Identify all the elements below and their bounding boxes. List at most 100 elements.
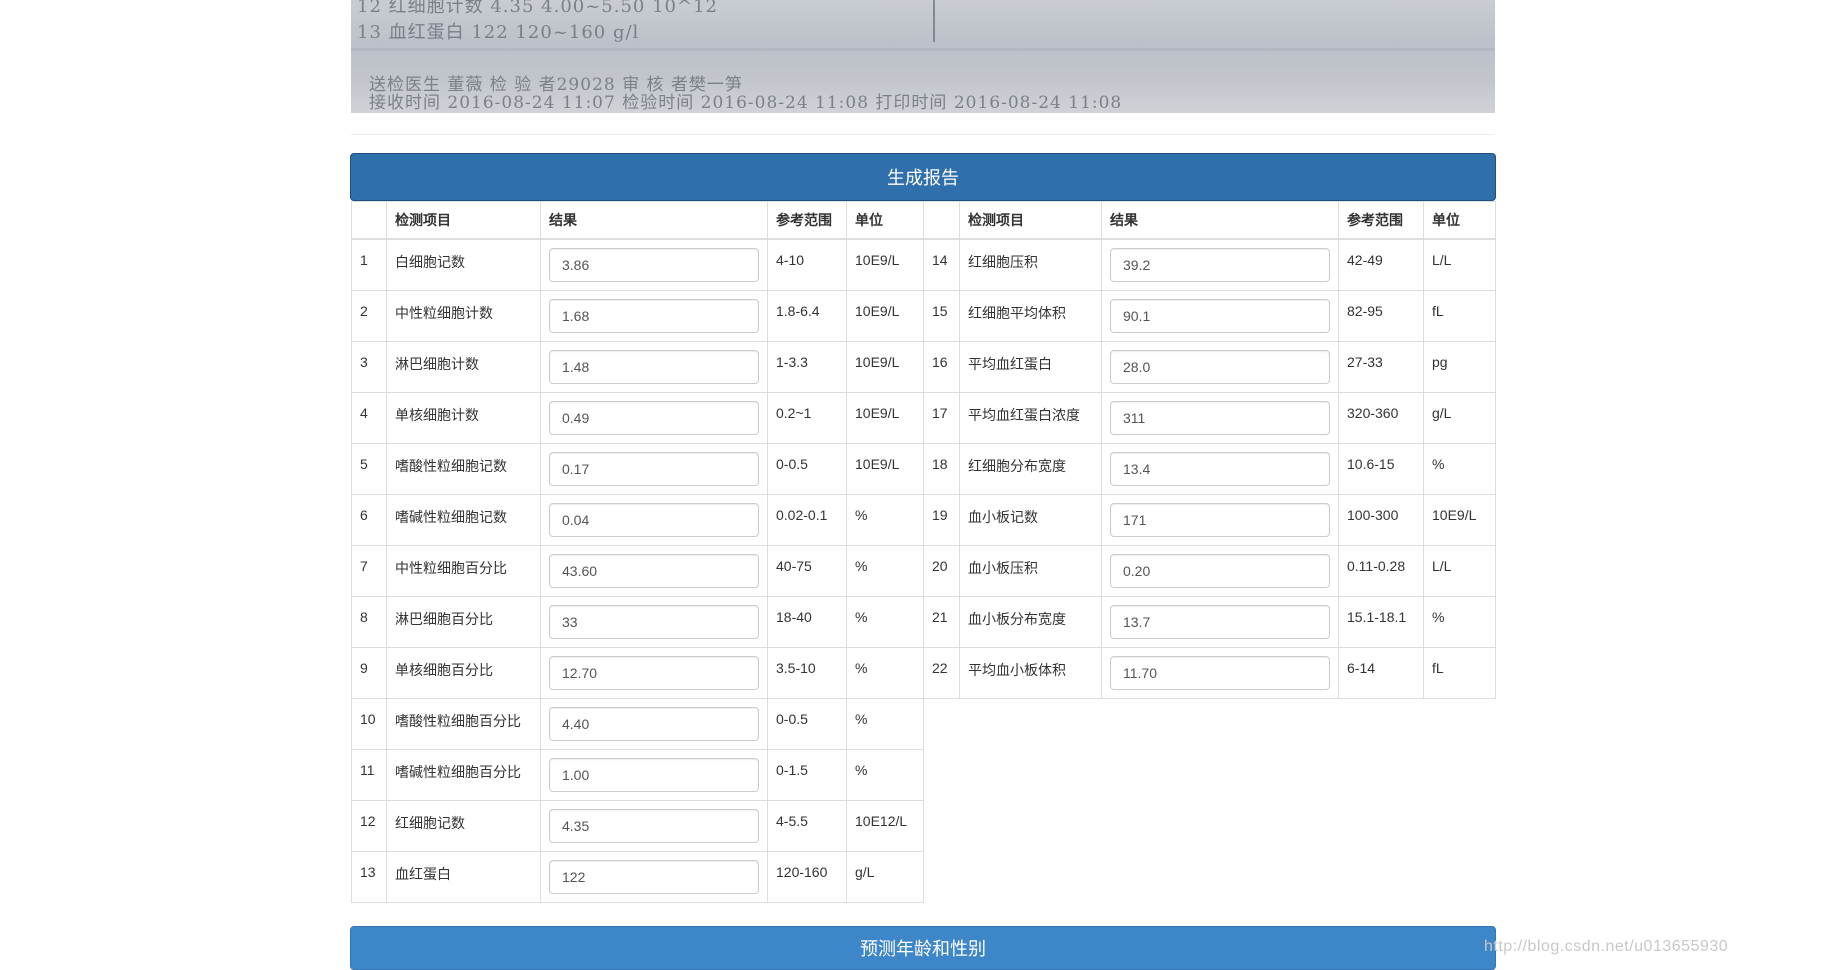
- row-unit: %: [846, 544, 924, 597]
- row-index: 19: [923, 493, 960, 546]
- row-reference-range: 27-33: [1338, 340, 1424, 393]
- row-reference-range: 3.5-10: [767, 646, 847, 699]
- result-input[interactable]: [549, 706, 759, 741]
- row-item-name: 红细胞压积: [959, 238, 1102, 291]
- row-unit: g/L: [846, 850, 924, 903]
- result-input[interactable]: [1110, 400, 1330, 435]
- row-index: 14: [923, 238, 960, 291]
- row-result-cell: [1101, 289, 1339, 342]
- result-input[interactable]: [1110, 248, 1330, 282]
- result-input[interactable]: [1110, 451, 1330, 486]
- header-result: 结果: [1101, 201, 1339, 240]
- scan-fold-band: [351, 48, 1495, 51]
- table-row: 20血小板压积 0.11-0.28L/L: [923, 544, 1496, 597]
- row-index: 1: [351, 238, 387, 291]
- result-input[interactable]: [1110, 604, 1330, 639]
- header-index: [923, 201, 960, 240]
- row-item-name: 嗜碱性粒细胞记数: [386, 493, 541, 546]
- row-unit: %: [846, 748, 924, 801]
- row-index: 7: [351, 544, 387, 597]
- row-item-name: 血小板记数: [959, 493, 1102, 546]
- result-input[interactable]: [1110, 349, 1330, 384]
- row-reference-range: 82-95: [1338, 289, 1424, 342]
- scan-text-line: 12 红细胞计数 4.35 4.00~5.50 10^12: [357, 0, 718, 17]
- row-result-cell: [540, 697, 768, 750]
- result-input[interactable]: [1110, 553, 1330, 588]
- row-reference-range: 0-0.5: [767, 697, 847, 750]
- row-reference-range: 120-160: [767, 850, 847, 903]
- row-unit: 10E12/L: [846, 799, 924, 852]
- row-reference-range: 100-300: [1338, 493, 1424, 546]
- result-input[interactable]: [549, 248, 759, 282]
- header-range: 参考范围: [1338, 201, 1424, 240]
- row-reference-range: 10.6-15: [1338, 442, 1424, 495]
- row-result-cell: [540, 544, 768, 597]
- row-reference-range: 6-14: [1338, 646, 1424, 699]
- result-input[interactable]: [549, 808, 759, 843]
- table-row: 19血小板记数 100-30010E9/L: [923, 493, 1496, 546]
- table-header-row: 检测项目 结果 参考范围 单位: [923, 201, 1496, 240]
- row-unit: %: [1423, 442, 1496, 495]
- table-row: 12红细胞记数 4-5.510E12/L: [351, 799, 924, 852]
- row-result-cell: [540, 442, 768, 495]
- scan-text-line: 13 血红蛋白 122 120~160 g/l: [357, 22, 640, 43]
- row-item-name: 血小板分布宽度: [959, 595, 1102, 648]
- table-row: 22平均血小板体积 6-14fL: [923, 646, 1496, 699]
- result-input[interactable]: [549, 553, 759, 588]
- header-index: [351, 201, 387, 240]
- table-row: 17平均血红蛋白浓度 320-360g/L: [923, 391, 1496, 444]
- row-unit: fL: [1423, 646, 1496, 699]
- row-unit: 10E9/L: [846, 340, 924, 393]
- row-result-cell: [1101, 544, 1339, 597]
- row-result-cell: [540, 238, 768, 291]
- table-row: 9单核细胞百分比 3.5-10%: [351, 646, 924, 699]
- row-result-cell: [1101, 238, 1339, 291]
- row-index: 15: [923, 289, 960, 342]
- result-input[interactable]: [1110, 655, 1330, 690]
- row-item-name: 嗜碱性粒细胞百分比: [386, 748, 541, 801]
- result-input[interactable]: [549, 502, 759, 537]
- row-reference-range: 18-40: [767, 595, 847, 648]
- result-input[interactable]: [1110, 502, 1330, 537]
- predict-age-gender-button[interactable]: 预测年龄和性别: [350, 926, 1496, 970]
- row-index: 2: [351, 289, 387, 342]
- result-input[interactable]: [549, 604, 759, 639]
- row-result-cell: [540, 493, 768, 546]
- row-reference-range: 0-1.5: [767, 748, 847, 801]
- result-input[interactable]: [549, 349, 759, 384]
- row-result-cell: [1101, 442, 1339, 495]
- row-item-name: 嗜酸性粒细胞百分比: [386, 697, 541, 750]
- row-index: 22: [923, 646, 960, 699]
- row-index: 12: [351, 799, 387, 852]
- result-input[interactable]: [549, 298, 759, 333]
- result-input[interactable]: [549, 400, 759, 435]
- row-index: 5: [351, 442, 387, 495]
- row-reference-range: 320-360: [1338, 391, 1424, 444]
- scan-table-line: [933, 0, 935, 42]
- row-item-name: 平均血红蛋白: [959, 340, 1102, 393]
- result-input[interactable]: [549, 757, 759, 792]
- result-input[interactable]: [1110, 298, 1330, 333]
- report-panel: 生成报告 检测项目 结果 参考范围 单位 1白细胞记数4-1010E9/L2中性…: [350, 153, 1496, 905]
- row-item-name: 淋巴细胞计数: [386, 340, 541, 393]
- table-row: 2中性粒细胞计数 1.8-6.410E9/L: [351, 289, 924, 342]
- result-input[interactable]: [549, 859, 759, 894]
- result-input[interactable]: [549, 451, 759, 486]
- row-unit: %: [846, 646, 924, 699]
- row-reference-range: 0.02-0.1: [767, 493, 847, 546]
- row-item-name: 平均血红蛋白浓度: [959, 391, 1102, 444]
- row-index: 20: [923, 544, 960, 597]
- row-index: 16: [923, 340, 960, 393]
- row-result-cell: [540, 850, 768, 903]
- row-result-cell: [540, 595, 768, 648]
- row-unit: 10E9/L: [846, 238, 924, 291]
- row-result-cell: [540, 391, 768, 444]
- result-input[interactable]: [549, 655, 759, 690]
- row-unit: L/L: [1423, 544, 1496, 597]
- table-row: 15红细胞平均体积 82-95fL: [923, 289, 1496, 342]
- row-reference-range: 0.2~1: [767, 391, 847, 444]
- generate-report-button[interactable]: 生成报告: [350, 153, 1496, 201]
- row-unit: %: [846, 493, 924, 546]
- row-reference-range: 4-10: [767, 238, 847, 291]
- row-index: 10: [351, 697, 387, 750]
